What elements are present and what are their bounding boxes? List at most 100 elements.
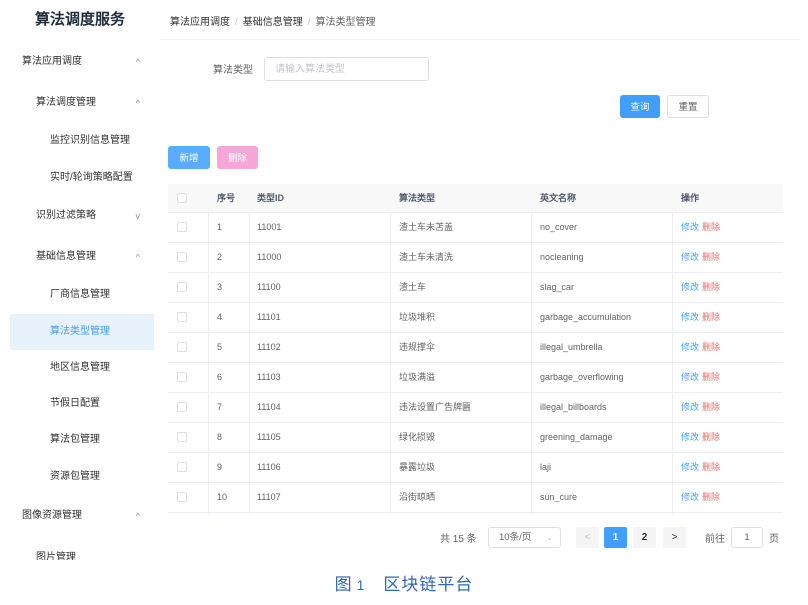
cell-operations: 修改 删除 [681, 273, 720, 302]
edit-link[interactable]: 修改 [681, 432, 699, 442]
sidebar-item-monitor-recognition[interactable]: 监控识别信息管理 [10, 123, 154, 159]
edit-link[interactable]: 修改 [681, 222, 699, 232]
sidebar-item-holiday-config[interactable]: 节假日配置 [10, 386, 154, 422]
delete-link[interactable]: 删除 [702, 432, 720, 442]
cell-type-name: 违法设置广告牌匾 [399, 402, 472, 412]
checkbox[interactable] [177, 342, 187, 352]
cell-index: 1 [217, 222, 223, 232]
checkbox[interactable] [177, 432, 187, 442]
cell-english-name: slag_car [540, 282, 575, 292]
goto-suffix: 页 [769, 534, 779, 545]
table-row: 3 11100 渣土车 slag_car 修改 删除 [168, 273, 783, 303]
breadcrumb-item[interactable]: 算法应用调度 [170, 17, 230, 28]
sidebar-item-resource-package[interactable]: 资源包管理 [10, 459, 154, 495]
delete-link[interactable]: 删除 [702, 402, 720, 412]
row-select [168, 453, 208, 482]
cell-type-name: 违规撑伞 [399, 342, 436, 352]
sidebar-item-scheduling-management[interactable]: 算法调度管理 ^ [10, 85, 154, 121]
header-index: 序号 [217, 193, 236, 203]
page-button-1[interactable]: 1 [604, 527, 627, 548]
checkbox[interactable] [177, 282, 187, 292]
edit-link[interactable]: 修改 [681, 342, 699, 352]
cell-operations: 修改 删除 [681, 363, 720, 392]
edit-link[interactable]: 修改 [681, 282, 699, 292]
sidebar-item-image-management[interactable]: 图片管理 [10, 540, 154, 560]
cell-index: 6 [217, 372, 223, 382]
sidebar-item-algorithm-type[interactable]: 算法类型管理 [10, 314, 154, 350]
delete-link[interactable]: 删除 [702, 492, 720, 502]
header-select-all[interactable] [168, 184, 208, 212]
caption-prefix: 图 [334, 575, 353, 594]
sidebar: 算法应用调度 ^ 算法调度管理 ^ 监控识别信息管理 实时/轮询策略配置 识别过… [10, 42, 154, 560]
edit-link[interactable]: 修改 [681, 252, 699, 262]
edit-link[interactable]: 修改 [681, 462, 699, 472]
cell-index: 10 [217, 492, 228, 502]
cell-english-name: nocleaning [540, 252, 584, 262]
delete-link[interactable]: 删除 [702, 282, 720, 292]
header-type-name: 算法类型 [399, 193, 436, 203]
sidebar-item-region-info[interactable]: 地区信息管理 [10, 350, 154, 386]
sidebar-item-filter-strategy[interactable]: 识别过滤策略 v [10, 198, 154, 234]
chevron-up-icon: ^ [135, 252, 140, 262]
page-button-2[interactable]: 2 [633, 527, 656, 548]
delete-link[interactable]: 删除 [702, 252, 720, 262]
cell-index: 2 [217, 252, 223, 262]
checkbox[interactable] [177, 222, 187, 232]
delete-link[interactable]: 删除 [702, 372, 720, 382]
sidebar-item-vendor-info[interactable]: 厂商信息管理 [10, 277, 154, 313]
sidebar-item-label: 地区信息管理 [50, 362, 110, 373]
top-bar: 算法应用调度 / 基础信息管理 / 算法类型管理 [160, 0, 800, 40]
prev-page-button[interactable]: < [576, 527, 599, 548]
cell-type-id: 11104 [257, 402, 281, 412]
sidebar-item-label: 节假日配置 [50, 398, 100, 409]
add-button[interactable]: 新增 [168, 146, 210, 169]
edit-link[interactable]: 修改 [681, 492, 699, 502]
delete-link[interactable]: 删除 [702, 222, 720, 232]
sidebar-item-algorithm-scheduling[interactable]: 算法应用调度 ^ [10, 44, 154, 80]
page-size-select[interactable]: 10条/页 ⌄ [488, 527, 561, 548]
cell-type-id: 11100 [257, 282, 281, 292]
cell-english-name: garbage_overflowing [540, 372, 624, 382]
header-type-id: 类型ID [257, 193, 285, 203]
breadcrumb-item[interactable]: 基础信息管理 [243, 17, 303, 28]
cell-operations: 修改 删除 [681, 393, 720, 422]
checkbox[interactable] [177, 312, 187, 322]
cell-type-id: 11105 [257, 432, 281, 442]
edit-link[interactable]: 修改 [681, 402, 699, 412]
cell-type-name: 沿街晾晒 [399, 492, 436, 502]
delete-link[interactable]: 删除 [702, 312, 720, 322]
reset-button[interactable]: 重置 [667, 95, 709, 118]
search-input[interactable] [264, 57, 429, 81]
delete-link[interactable]: 删除 [702, 342, 720, 352]
sidebar-item-image-resource[interactable]: 图像资源管理 ^ [10, 498, 154, 534]
table-row: 9 11106 暴露垃圾 laji 修改 删除 [168, 453, 783, 483]
cell-type-id: 11107 [257, 492, 281, 502]
checkbox[interactable] [177, 193, 187, 203]
row-select [168, 243, 208, 272]
header-english-name: 英文名称 [540, 193, 577, 203]
sidebar-item-polling-strategy[interactable]: 实时/轮询策略配置 [10, 160, 154, 196]
table-row: 8 11105 绿化损毁 greening_damage 修改 删除 [168, 423, 783, 453]
sidebar-item-algorithm-package[interactable]: 算法包管理 [10, 422, 154, 458]
sidebar-item-label: 算法应用调度 [22, 56, 82, 67]
query-button[interactable]: 查询 [620, 95, 660, 118]
row-select [168, 273, 208, 302]
cell-type-id: 11106 [257, 462, 281, 472]
sidebar-item-basic-info[interactable]: 基础信息管理 ^ [10, 239, 154, 275]
cell-operations: 修改 删除 [681, 213, 720, 242]
checkbox[interactable] [177, 372, 187, 382]
cell-operations: 修改 删除 [681, 243, 720, 272]
edit-link[interactable]: 修改 [681, 372, 699, 382]
checkbox[interactable] [177, 402, 187, 412]
checkbox[interactable] [177, 252, 187, 262]
breadcrumb-separator: / [307, 17, 311, 28]
edit-link[interactable]: 修改 [681, 312, 699, 322]
next-page-button[interactable]: > [663, 527, 686, 548]
delete-link[interactable]: 删除 [702, 462, 720, 472]
checkbox[interactable] [177, 462, 187, 472]
delete-button[interactable]: 删除 [217, 146, 258, 169]
table-row: 6 11103 垃圾满溢 garbage_overflowing 修改 删除 [168, 363, 783, 393]
goto-page-input[interactable]: 1 [731, 527, 763, 548]
row-select [168, 393, 208, 422]
checkbox[interactable] [177, 492, 187, 502]
